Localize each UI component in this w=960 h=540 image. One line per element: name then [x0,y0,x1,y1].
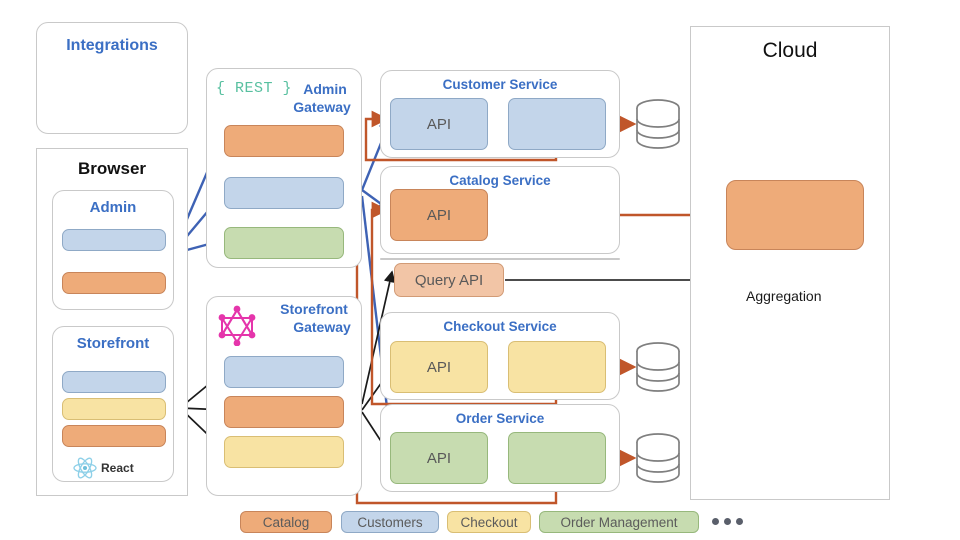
storefront-gateway-checkout-chip[interactable] [224,436,344,468]
checkout-service-title: Checkout Service [443,319,557,334]
order-service-worker-box[interactable] [508,432,606,484]
legend-label-checkout: Checkout [460,514,518,530]
storefront-gateway-title-line2: Gateway [293,319,351,335]
cloud-title: Cloud [762,39,818,62]
checkout-database-icon [636,342,680,392]
react-label: React [101,461,134,475]
ellipsis-icon [712,518,743,525]
checkout-service-api-box[interactable]: API [390,341,488,393]
storefront-catalog-chip[interactable] [62,425,166,447]
catalog-service-api-box[interactable]: API [390,189,488,241]
browser-title: Browser [77,159,147,178]
legend-item-checkout: Checkout [447,511,531,533]
query-service-panel [380,258,620,260]
legend-label-customers: Customers [357,514,423,530]
checkout-service-api-label: API [426,358,452,376]
legend-item-order-management: Order Management [539,511,699,533]
storefront-checkout-chip[interactable] [62,398,166,420]
legend-label-catalog: Catalog [262,514,310,530]
admin-gateway-catalog-chip[interactable] [224,125,344,157]
cloud-service-box[interactable] [726,180,864,250]
query-api-box[interactable]: Query API [394,263,504,297]
legend-item-customers: Customers [341,511,439,533]
customer-service-api-label: API [426,115,452,133]
storefront-app-title: Storefront [76,335,150,352]
query-api-label: Query API [414,271,484,289]
order-service-api-label: API [426,449,452,467]
admin-catalog-chip[interactable] [62,272,166,294]
rest-badge: { REST } [216,80,293,97]
customer-service-title: Customer Service [442,77,558,92]
storefront-customers-chip[interactable] [62,371,166,393]
legend-item-catalog: Catalog [240,511,332,533]
storefront-gateway-catalog-chip[interactable] [224,396,344,428]
react-icon [73,457,97,479]
order-service-api-box[interactable]: API [390,432,488,484]
admin-customers-chip[interactable] [62,229,166,251]
customer-service-api-box[interactable]: API [390,98,488,150]
integrations-panel: Integrations [36,22,188,134]
catalog-service-api-label: API [426,206,452,224]
storefront-gateway-customers-chip[interactable] [224,356,344,388]
customer-service-worker-box[interactable] [508,98,606,150]
react-tech-badge: React [72,456,172,480]
customer-database-icon [636,99,680,149]
architecture-diagram: Integrations Browser Admin Storefront Re… [0,0,960,540]
admin-app-title: Admin [89,199,137,216]
aggregation-label: Aggregation [746,288,822,304]
admin-gateway-order-chip[interactable] [224,227,344,259]
storefront-gateway-title-line1: Storefront [280,301,348,317]
integrations-title: Integrations [66,37,158,54]
graphql-icon [218,305,256,346]
admin-gateway-customers-chip[interactable] [224,177,344,209]
checkout-service-worker-box[interactable] [508,341,606,393]
legend-label-order-management: Order Management [560,514,678,530]
admin-gateway-title-line2: Gateway [293,99,351,115]
cloud-panel: Cloud [690,26,890,500]
admin-gateway-title-line1: Admin [303,81,347,97]
order-database-icon [636,433,680,483]
catalog-service-title: Catalog Service [449,173,551,188]
order-service-title: Order Service [455,411,545,426]
